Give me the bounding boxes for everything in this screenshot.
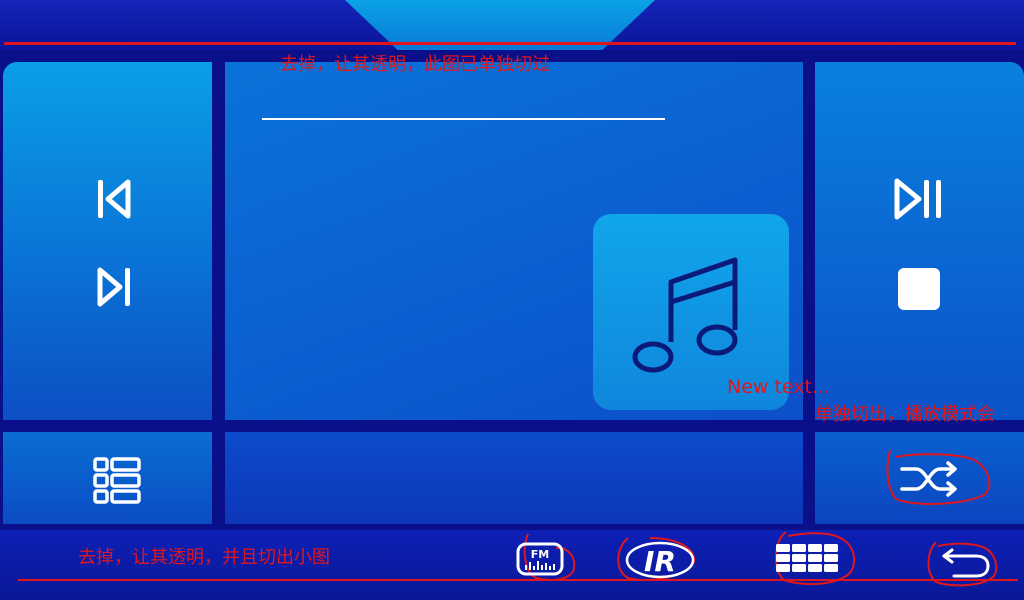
annotation-note-top: 去掉，让其透明，此图已单独切过 <box>280 54 550 75</box>
play-pause-icon[interactable] <box>890 176 950 222</box>
annotation-new-text: New text... <box>727 376 831 398</box>
right-control-panel <box>815 62 1024 420</box>
keyboard-grid-icon[interactable] <box>768 530 856 586</box>
annotation-note-bottom: 去掉，让其透明，并且切出小图 <box>78 547 330 568</box>
track-title-underline <box>262 118 665 120</box>
left-control-panel <box>3 62 212 420</box>
progress-panel <box>225 432 803 524</box>
skip-previous-icon[interactable] <box>92 176 136 222</box>
music-note-icon <box>632 257 738 373</box>
skip-next-icon[interactable] <box>92 264 136 310</box>
ir-icon[interactable]: IR <box>610 532 700 582</box>
ir-label: IR <box>644 545 676 578</box>
annotation-note-mode: 单独切出，播放模式会 <box>815 404 995 425</box>
back-icon[interactable] <box>924 538 1000 588</box>
radio-fm-icon[interactable]: FM <box>512 528 578 584</box>
annotation-line-top <box>4 42 1016 45</box>
fm-label: FM <box>531 548 549 561</box>
stop-icon[interactable] <box>896 266 942 312</box>
shuffle-icon[interactable] <box>884 447 994 507</box>
playlist-grid-icon[interactable] <box>93 457 141 505</box>
